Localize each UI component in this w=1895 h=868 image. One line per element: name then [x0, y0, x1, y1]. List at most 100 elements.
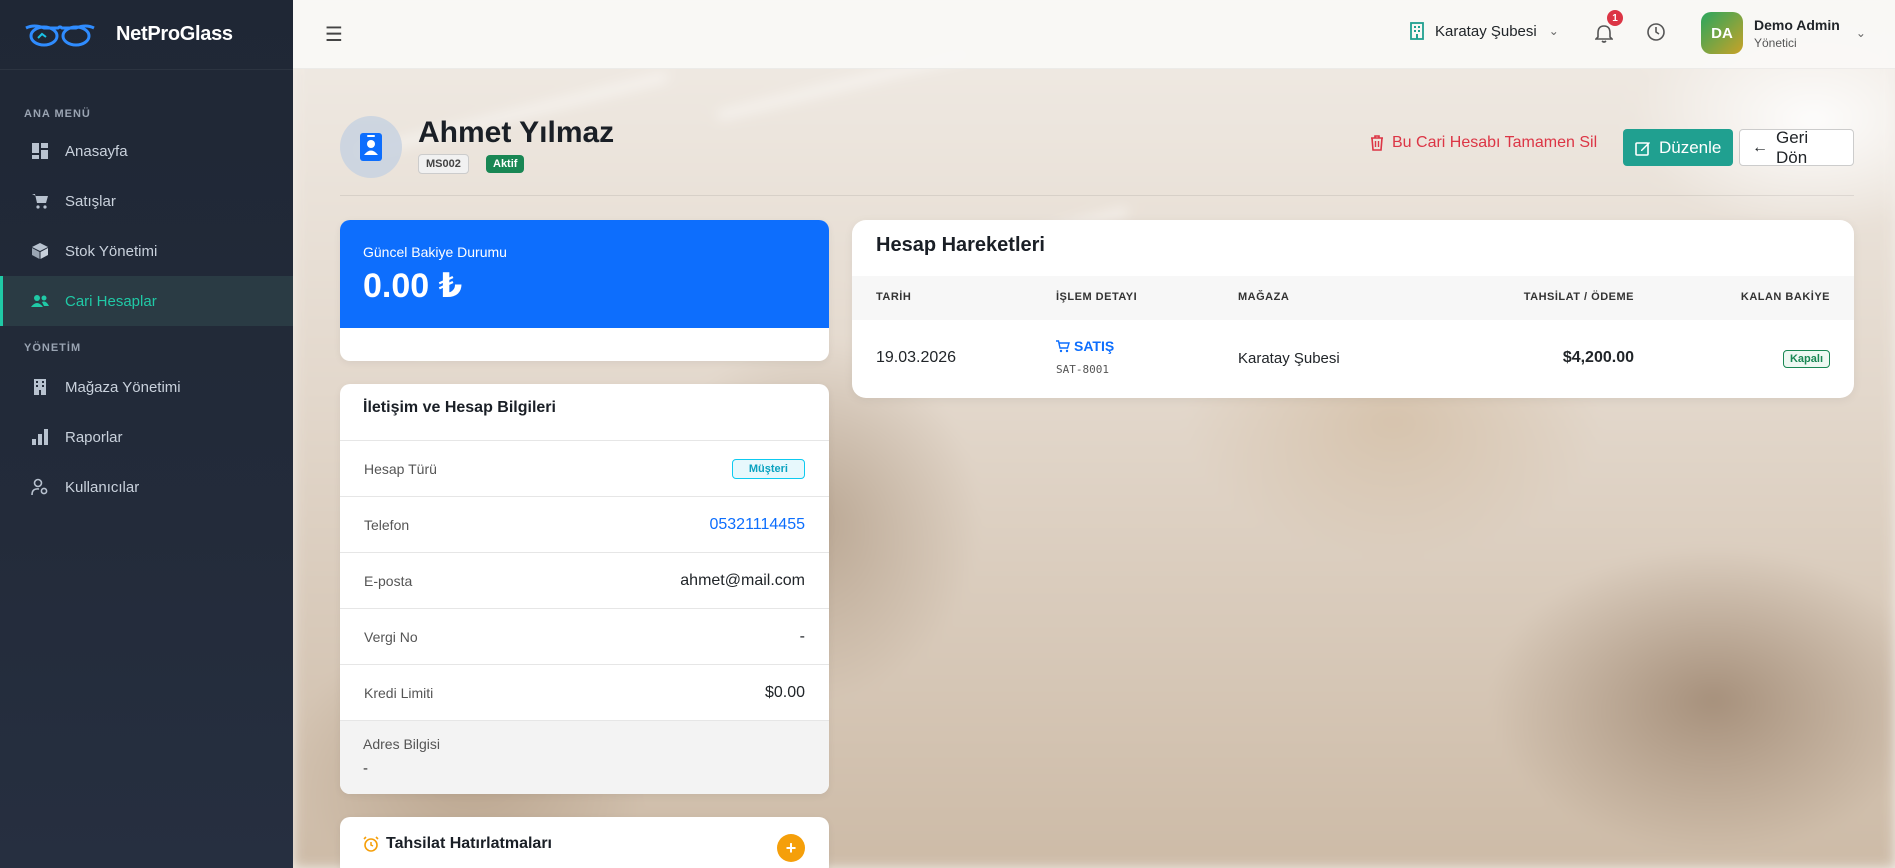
tx-ref: SAT-8001	[1056, 363, 1109, 376]
address-block: Adres Bilgisi -	[340, 720, 829, 794]
user-menu[interactable]: DA Demo Admin Yönetici ⌄	[1701, 12, 1866, 54]
tx-type: SATIŞ	[1074, 338, 1115, 354]
credit-limit-value: $0.00	[764, 683, 805, 701]
sidebar-item-label: Mağaza Yönetimi	[65, 378, 181, 396]
building-icon	[31, 378, 49, 396]
phone-link[interactable]: 05321114455	[709, 516, 805, 534]
transactions-card: Hesap Hareketleri TARİH İŞLEM DETAYI MAĞ…	[852, 220, 1854, 398]
alarm-clock-icon	[363, 836, 379, 852]
sidebar-item-stok[interactable]: Stok Yönetimi	[0, 226, 293, 276]
info-row-tax-no: Vergi No -	[340, 608, 829, 664]
branch-name: Karatay Şubesi	[1435, 22, 1537, 40]
trash-icon	[1371, 135, 1383, 151]
dashboard-icon	[31, 142, 49, 160]
chevron-down-icon: ⌄	[1855, 26, 1866, 40]
sidebar-item-label: Satışlar	[65, 192, 116, 210]
user-info: Demo Admin Yönetici	[1754, 17, 1840, 50]
info-label: Telefon	[364, 516, 410, 533]
reminders-title: Tahsilat Hatırlatmaları	[363, 835, 806, 853]
card-title: Hesap Hareketleri	[876, 234, 1045, 256]
info-label: E-posta	[364, 572, 413, 589]
card-title: İletişim ve Hesap Bilgileri	[363, 399, 556, 416]
building-icon	[1410, 22, 1424, 40]
user-name: Demo Admin	[1754, 16, 1840, 33]
balance-panel: Güncel Bakiye Durumu 0.00 ₺	[340, 220, 829, 328]
bar-chart-icon	[31, 428, 49, 446]
menu-section-main: ANA MENÜ	[24, 108, 91, 120]
tx-amount: $4,200.00	[1562, 349, 1634, 366]
status-badge: Aktif	[486, 155, 525, 173]
column-header: TARİH	[876, 291, 912, 303]
tx-store: Karatay Şubesi	[1238, 350, 1340, 367]
info-row-account-type: Hesap Türü Müşteri	[340, 440, 829, 496]
chevron-down-icon: ⌄	[1548, 24, 1559, 38]
sidebar-item-magaza[interactable]: Mağaza Yönetimi	[0, 362, 293, 412]
edit-button[interactable]: Düzenle	[1623, 129, 1734, 166]
info-row-credit-limit: Kredi Limiti $0.00	[340, 664, 829, 720]
topbar: ☰ Karatay Şubesi ⌄ 1 DA Demo Admin Yönet…	[293, 0, 1895, 69]
user-role: Yönetici	[1754, 35, 1797, 50]
cart-icon	[1056, 339, 1070, 352]
sidebar-item-label: Cari Hesaplar	[65, 292, 157, 310]
table-header: TARİH İŞLEM DETAYI MAĞAZA TAHSİLAT / ÖDE…	[852, 276, 1854, 320]
sidebar-item-label: Anasayfa	[65, 142, 128, 160]
account-header: Ahmet Yılmaz MS002 Aktif Bu Cari Hesabı …	[340, 116, 1854, 196]
arrow-left-icon: ←	[1752, 138, 1768, 156]
avatar: DA	[1701, 12, 1743, 54]
column-header: KALAN BAKİYE	[1740, 291, 1830, 303]
info-label: Vergi No	[364, 628, 418, 645]
sidebar-item-satislar[interactable]: Satışlar	[0, 176, 293, 226]
address-value: -	[363, 760, 368, 777]
back-label: Geri Dön	[1776, 127, 1809, 167]
user-gear-icon	[31, 478, 49, 496]
balance-label: Güncel Bakiye Durumu	[363, 244, 507, 260]
page-title: Ahmet Yılmaz	[418, 116, 615, 149]
menu-section-admin: YÖNETİM	[24, 342, 82, 354]
status-badge: Kapalı	[1782, 350, 1830, 368]
sidebar-item-label: Stok Yönetimi	[65, 242, 158, 260]
glasses-logo-icon	[25, 24, 95, 46]
history-button[interactable]	[1646, 20, 1670, 44]
sidebar-item-label: Kullanıcılar	[65, 478, 140, 496]
brand[interactable]: NetProGlass	[0, 0, 293, 70]
column-header: TAHSİLAT / ÖDEME	[1523, 291, 1634, 303]
sidebar-item-cari-hesaplar[interactable]: Cari Hesaplar	[0, 276, 293, 326]
box-icon	[31, 242, 49, 260]
sidebar: NetProGlass ANA MENÜ Anasayfa Satışlar S…	[0, 0, 293, 868]
notification-badge: 1	[1607, 10, 1623, 26]
edit-icon	[1635, 141, 1650, 156]
reminders-title-text: Tahsilat Hatırlatmaları	[386, 835, 552, 852]
account-code-badge: MS002	[418, 154, 469, 174]
tax-no-value: -	[799, 627, 805, 645]
back-button[interactable]: ← Geri Dön	[1739, 127, 1854, 167]
info-row-phone: Telefon 05321114455	[340, 496, 829, 552]
account-info-card: İletişim ve Hesap Bilgileri Hesap Türü M…	[340, 384, 829, 794]
bell-icon	[1594, 25, 1614, 43]
balance-value: 0.00 ₺	[363, 267, 463, 305]
brand-name: NetProGlass	[116, 23, 233, 45]
branch-selector[interactable]: Karatay Şubesi ⌄	[1409, 22, 1559, 40]
clock-icon	[1647, 23, 1665, 41]
delete-label: Bu Cari Hesabı Tamamen Sil	[1392, 134, 1598, 151]
account-type-badge: Müşteri	[731, 458, 805, 479]
menu-toggle-icon[interactable]: ☰	[325, 22, 343, 47]
reminders-card: Tahsilat Hatırlatmaları +	[340, 817, 829, 868]
email-value: ahmet@mail.com	[680, 571, 805, 589]
column-header: İŞLEM DETAYI	[1056, 291, 1138, 303]
sidebar-item-raporlar[interactable]: Raporlar	[0, 412, 293, 462]
people-icon	[31, 292, 49, 310]
sidebar-item-anasayfa[interactable]: Anasayfa	[0, 126, 293, 176]
info-label: Kredi Limiti	[364, 684, 434, 701]
add-reminder-button[interactable]: +	[777, 834, 805, 862]
sidebar-item-kullanicilar[interactable]: Kullanıcılar	[0, 462, 293, 512]
balance-card: Güncel Bakiye Durumu 0.00 ₺	[340, 220, 829, 361]
info-label: Hesap Türü	[364, 460, 437, 477]
delete-account-button[interactable]: Bu Cari Hesabı Tamamen Sil	[1370, 134, 1597, 152]
tx-type-link[interactable]: SATIŞ	[1056, 338, 1114, 354]
address-label: Adres Bilgisi	[363, 736, 441, 752]
cart-icon	[31, 192, 49, 210]
column-header: MAĞAZA	[1238, 291, 1290, 303]
notifications-button[interactable]: 1	[1594, 10, 1623, 44]
tx-date: 19.03.2026	[876, 349, 957, 366]
sidebar-item-label: Raporlar	[65, 428, 123, 446]
